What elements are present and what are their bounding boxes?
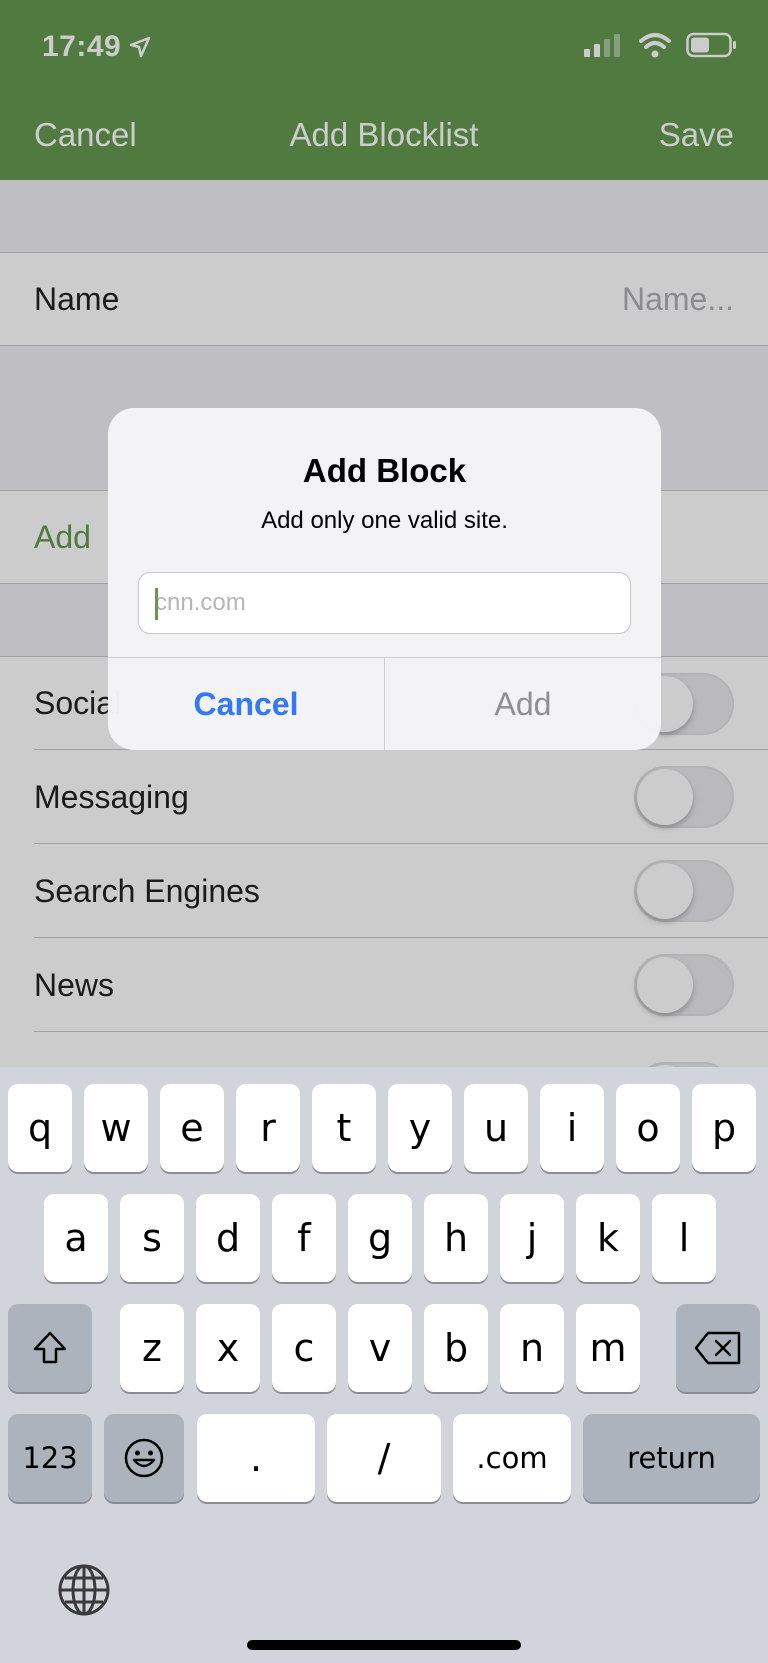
alert-actions: Cancel Add xyxy=(108,657,661,750)
key-f[interactable]: f xyxy=(272,1194,336,1282)
key-j[interactable]: j xyxy=(500,1194,564,1282)
dot-key[interactable]: . xyxy=(197,1414,315,1502)
numbers-key[interactable]: 123 xyxy=(8,1414,92,1502)
key-m[interactable]: m xyxy=(576,1304,640,1392)
shift-arrow-icon xyxy=(33,1331,67,1364)
backspace-key[interactable] xyxy=(676,1304,760,1392)
key-d[interactable]: d xyxy=(196,1194,260,1282)
key-g[interactable]: g xyxy=(348,1194,412,1282)
key-p[interactable]: p xyxy=(692,1084,756,1172)
emoji-icon xyxy=(124,1438,164,1478)
key-v[interactable]: v xyxy=(348,1304,412,1392)
key-b[interactable]: b xyxy=(424,1304,488,1392)
globe-icon xyxy=(58,1564,110,1616)
key-k[interactable]: k xyxy=(576,1194,640,1282)
slash-key[interactable]: / xyxy=(327,1414,441,1502)
alert-add-button[interactable]: Add xyxy=(385,658,661,750)
key-i[interactable]: i xyxy=(540,1084,604,1172)
key-z[interactable]: z xyxy=(120,1304,184,1392)
emoji-key[interactable] xyxy=(104,1414,184,1502)
keyboard: q w e r t y u i o p a s d f g h j k l z … xyxy=(0,1067,768,1663)
key-u[interactable]: u xyxy=(464,1084,528,1172)
add-block-alert: Add Block Add only one valid site. Cance… xyxy=(108,408,661,750)
alert-title: Add Block xyxy=(302,452,467,489)
key-a[interactable]: a xyxy=(44,1194,108,1282)
key-w[interactable]: w xyxy=(84,1084,148,1172)
alert-cancel-button[interactable]: Cancel xyxy=(108,658,385,750)
dotcom-key[interactable]: .com xyxy=(453,1414,571,1502)
key-r[interactable]: r xyxy=(236,1084,300,1172)
key-y[interactable]: y xyxy=(388,1084,452,1172)
key-l[interactable]: l xyxy=(652,1194,716,1282)
home-indicator xyxy=(247,1640,521,1650)
alert-message: Add only one valid site. xyxy=(261,507,508,534)
key-h[interactable]: h xyxy=(424,1194,488,1282)
key-s[interactable]: s xyxy=(120,1194,184,1282)
key-n[interactable]: n xyxy=(500,1304,564,1392)
key-o[interactable]: o xyxy=(616,1084,680,1172)
backspace-icon xyxy=(694,1331,741,1365)
site-input[interactable] xyxy=(138,572,631,634)
key-x[interactable]: x xyxy=(196,1304,260,1392)
return-key[interactable]: return xyxy=(583,1414,760,1502)
shift-key[interactable] xyxy=(8,1304,92,1392)
globe-button[interactable] xyxy=(54,1560,114,1620)
key-e[interactable]: e xyxy=(160,1084,224,1172)
key-q[interactable]: q xyxy=(8,1084,72,1172)
text-caret xyxy=(155,588,158,620)
key-t[interactable]: t xyxy=(312,1084,376,1172)
key-c[interactable]: c xyxy=(272,1304,336,1392)
